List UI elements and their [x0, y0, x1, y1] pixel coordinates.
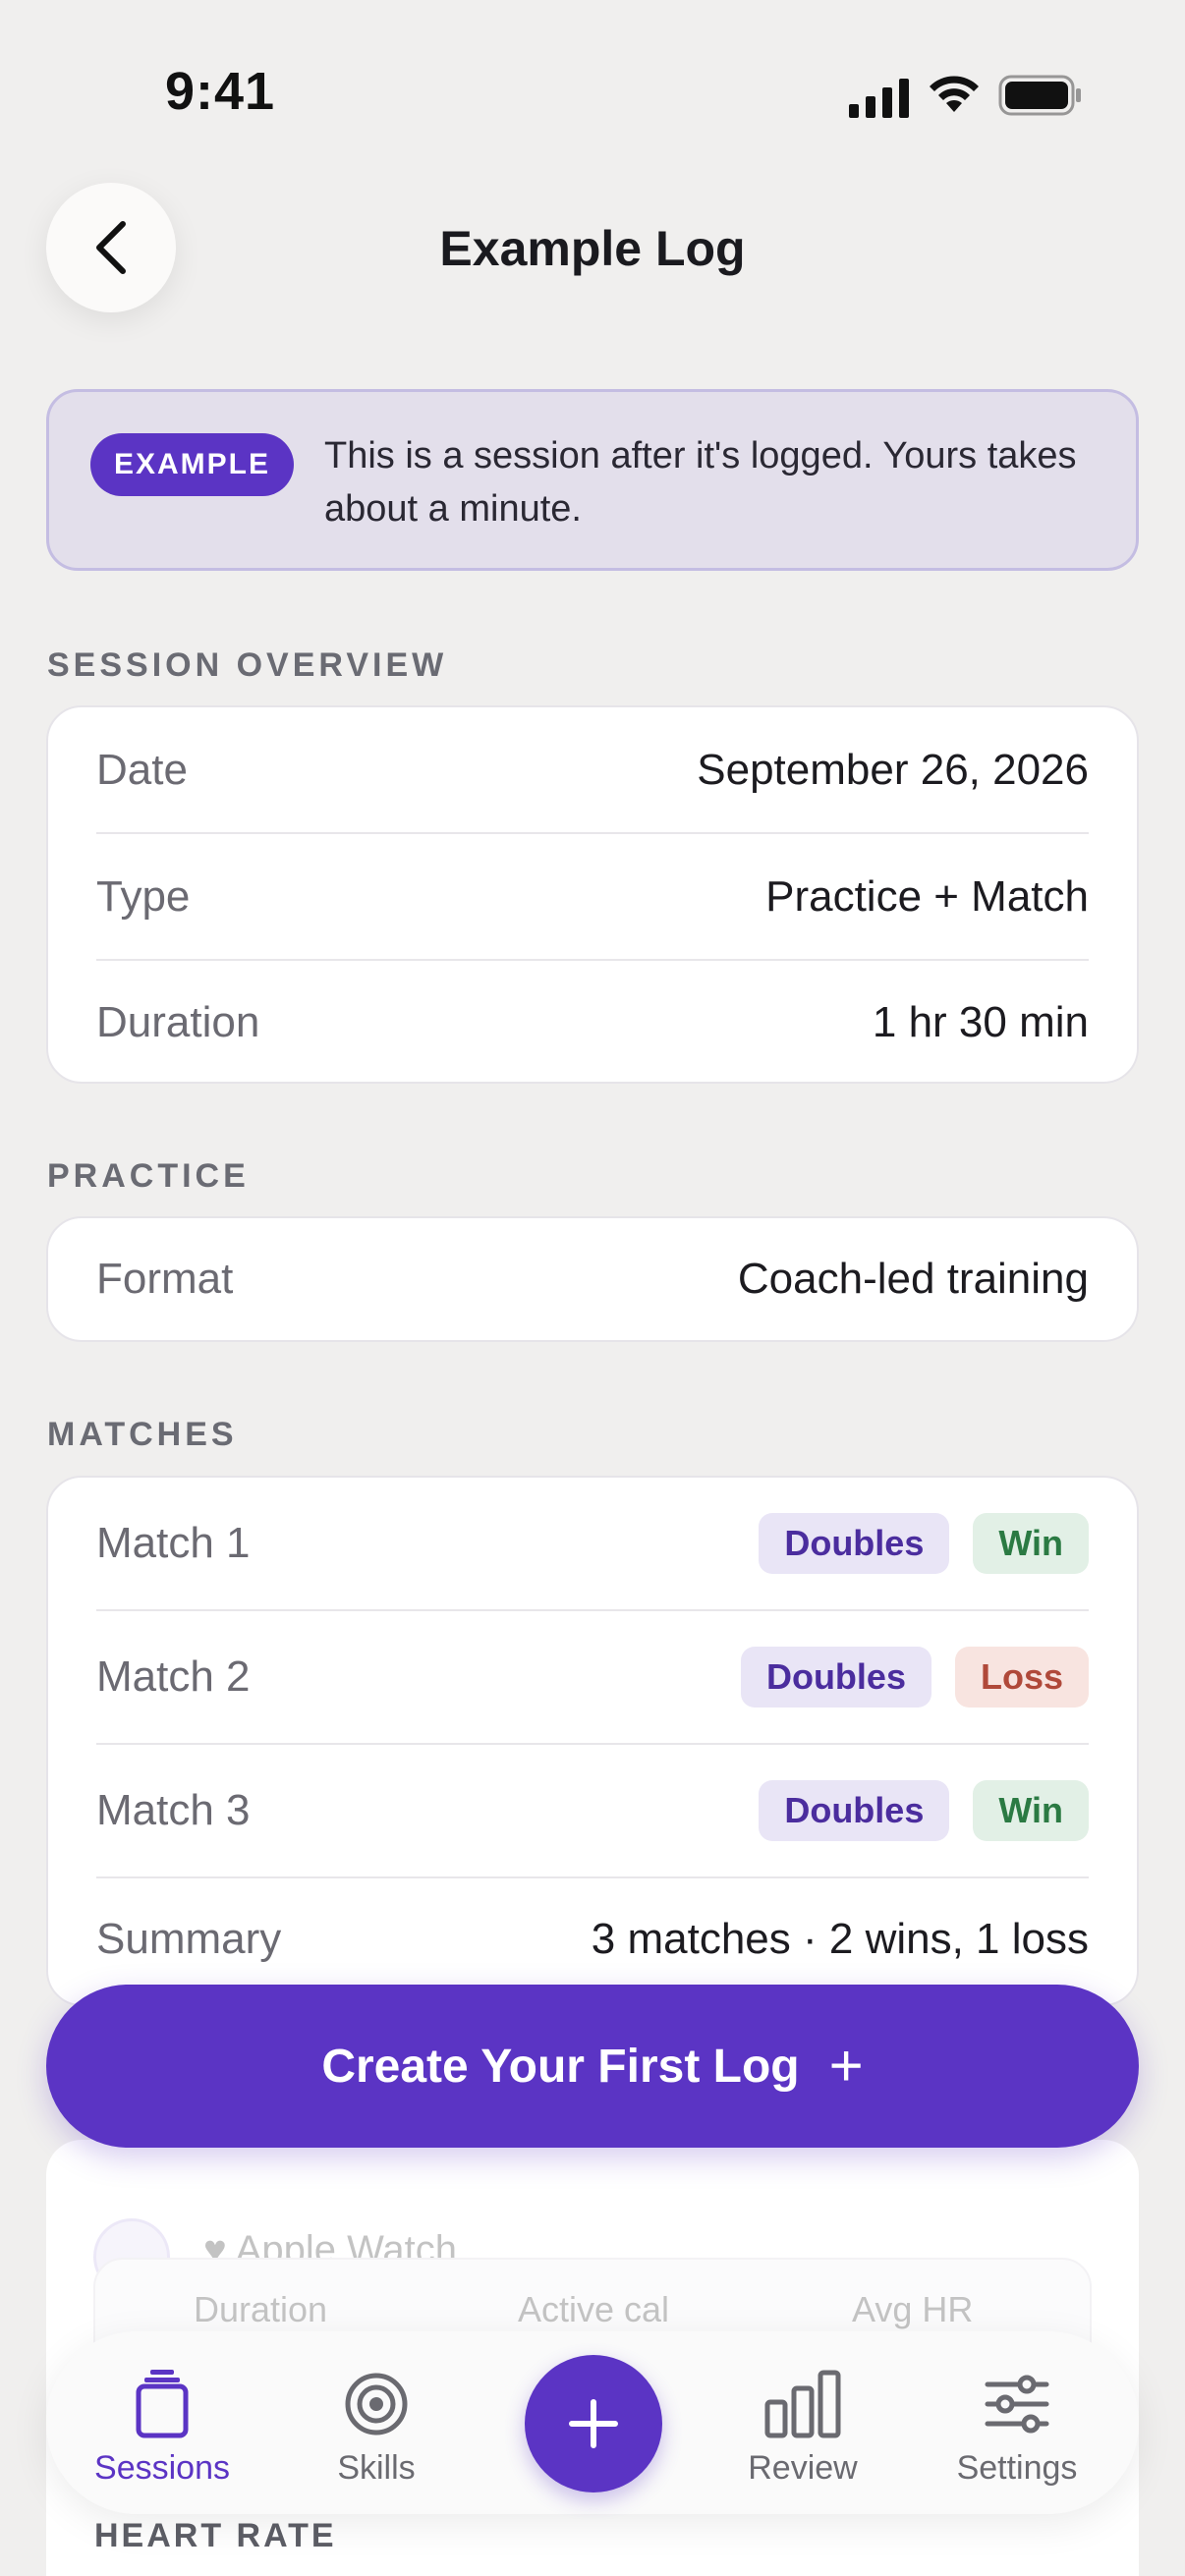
- match-format-tag: Doubles: [759, 1780, 950, 1841]
- status-bar: 9:41: [0, 0, 1185, 187]
- duration-row: Duration 1 hr 30 min: [96, 961, 1089, 1085]
- match-result-tag: Loss: [954, 1647, 1089, 1708]
- match-row: Match 3 Doubles Win: [96, 1745, 1089, 1876]
- session-overview-card: Date September 26, 2026 Type Practice + …: [46, 705, 1139, 1084]
- row-label: Date: [96, 746, 188, 794]
- row-label: Duration: [96, 998, 260, 1046]
- type-row: Type Practice + Match: [96, 834, 1089, 960]
- tab-label: Settings: [956, 2449, 1078, 2487]
- stat-label: Duration: [194, 2289, 328, 2329]
- tab-bar: Sessions Skills Review Settings: [46, 2331, 1139, 2514]
- row-label: Match 1: [96, 1519, 251, 1567]
- match-result-tag: Win: [973, 1780, 1089, 1841]
- tab-label: Skills: [337, 2449, 416, 2487]
- match-result-tag: Win: [973, 1513, 1089, 1574]
- matches-label: MATCHES: [47, 1416, 238, 1453]
- tab-label: Review: [748, 2449, 858, 2487]
- row-value: 3 matches · 2 wins, 1 loss: [591, 1915, 1089, 1963]
- practice-label: PRACTICE: [47, 1157, 250, 1195]
- match-row: Match 2 Doubles Loss: [96, 1611, 1089, 1743]
- matches-card: Match 1 Doubles Win Match 2 Doubles Loss M…: [46, 1476, 1139, 2006]
- match-row: Match 1 Doubles Win: [96, 1478, 1089, 1609]
- row-value: Coach-led training: [737, 1255, 1089, 1303]
- create-first-log-button[interactable]: Create Your First Log +: [46, 1985, 1139, 2148]
- row-label: Match 2: [96, 1652, 251, 1701]
- row-label: Summary: [96, 1915, 282, 1963]
- example-badge: EXAMPLE: [90, 433, 294, 496]
- cta-label: Create Your First Log: [321, 2040, 800, 2093]
- format-row: Format Coach-led training: [96, 1218, 1089, 1340]
- date-row: Date September 26, 2026: [96, 707, 1089, 833]
- row-value: 1 hr 30 min: [872, 998, 1089, 1046]
- example-banner: EXAMPLE This is a session after it's log…: [46, 389, 1139, 571]
- target-icon: [345, 2373, 408, 2436]
- status-time: 9:41: [165, 62, 276, 121]
- tab-skills[interactable]: Skills: [288, 2369, 465, 2488]
- match-format-tag: Doubles: [740, 1647, 931, 1708]
- bar-chart-icon: [764, 2370, 841, 2438]
- tab-sessions[interactable]: Sessions: [74, 2369, 251, 2488]
- stat-label: Active cal: [518, 2289, 670, 2329]
- summary-row: Summary 3 matches · 2 wins, 1 loss: [96, 1878, 1089, 2000]
- page-title: Example Log: [439, 221, 746, 276]
- plus-icon: [569, 2399, 618, 2448]
- practice-card: Format Coach-led training: [46, 1216, 1139, 1342]
- tab-settings[interactable]: Settings: [929, 2369, 1105, 2488]
- row-value: Practice + Match: [765, 872, 1089, 921]
- sessions-icon: [136, 2370, 189, 2438]
- signal-icon: [849, 79, 909, 118]
- session-overview-label: SESSION OVERVIEW: [47, 646, 448, 684]
- row-label: Match 3: [96, 1786, 251, 1834]
- stat-label: Avg HR: [852, 2289, 974, 2329]
- add-session-button[interactable]: [525, 2355, 662, 2492]
- battery-icon: [998, 75, 1081, 116]
- wifi-icon: [930, 76, 979, 112]
- sliders-icon: [985, 2375, 1049, 2434]
- row-value: September 26, 2026: [697, 746, 1089, 794]
- plus-icon: +: [828, 2033, 864, 2099]
- banner-text: This is a session after it's logged. You…: [324, 435, 1077, 530]
- tab-review[interactable]: Review: [714, 2369, 891, 2488]
- row-label: Format: [96, 1255, 234, 1303]
- tab-label: Sessions: [94, 2449, 230, 2487]
- heart-rate-label: HEART RATE: [94, 2517, 337, 2554]
- match-format-tag: Doubles: [759, 1513, 950, 1574]
- row-label: Type: [96, 872, 191, 921]
